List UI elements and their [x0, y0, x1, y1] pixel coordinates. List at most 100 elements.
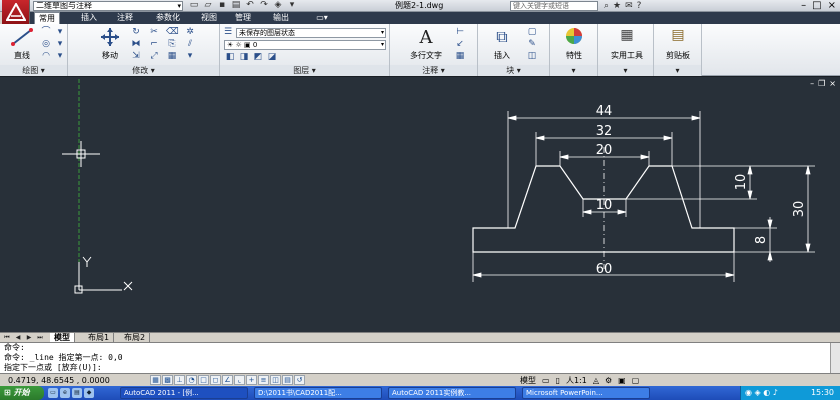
panel-modify-title[interactable]: 修改 ▾ — [68, 65, 219, 76]
move-button[interactable]: 移动 — [90, 27, 130, 63]
rotate-icon[interactable]: ↻ — [130, 27, 142, 37]
search-input[interactable]: 键入关键字或短语 — [510, 1, 598, 11]
search-icon[interactable]: ⌕ — [604, 0, 609, 12]
dimension-icon[interactable]: ⊢ — [454, 27, 466, 37]
attribute-icon[interactable]: ◫ — [526, 51, 538, 61]
minimize-icon[interactable]: – — [801, 0, 806, 12]
offset-icon[interactable]: ⫽ — [184, 39, 196, 49]
command-window[interactable]: 命令: 命令: _line 指定第一点: 0,0 指定下一点或 [放弃(U)]: — [0, 342, 840, 374]
selection-cycling-icon[interactable]: ↺ — [294, 375, 305, 385]
panel-block-title[interactable]: 块 ▾ — [478, 65, 549, 76]
leader-icon[interactable]: ↙ — [454, 39, 466, 49]
open-file-icon[interactable]: ▱ — [202, 0, 214, 11]
arc-icon[interactable]: ◠ — [40, 51, 52, 61]
draw-more-icon-2[interactable]: ▾ — [54, 39, 66, 49]
dynamic-input-icon[interactable]: + — [246, 375, 257, 385]
workspace-select[interactable]: 二维草图与注释 ▾ — [33, 1, 183, 11]
fillet-icon[interactable]: ⌐ — [148, 39, 160, 49]
subscription-icon[interactable]: ★ — [613, 0, 621, 12]
stretch-icon[interactable]: ⇲ — [130, 51, 142, 61]
last-layout-icon[interactable]: ⏭ — [35, 334, 45, 342]
desktop-icon[interactable]: ▭ — [48, 388, 58, 398]
circle-icon[interactable]: ◎ — [40, 39, 52, 49]
layer-tool-icon-1[interactable]: ◧ — [224, 52, 236, 62]
copy-icon[interactable]: ⎘ — [166, 39, 178, 49]
lineweight-icon[interactable]: ≡ — [258, 375, 269, 385]
layer-tool-icon-4[interactable]: ◪ — [266, 52, 278, 62]
qat-more-icon[interactable]: ▾ — [286, 0, 298, 11]
close-icon[interactable]: × — [828, 0, 836, 12]
panel-utilities-more[interactable]: ▾ — [598, 65, 653, 76]
3d-osnap-icon[interactable]: ◻ — [210, 375, 221, 385]
browser-icon[interactable]: e — [60, 388, 70, 398]
application-menu-button[interactable] — [2, 0, 30, 24]
tab-annotate[interactable]: 注释 — [112, 12, 138, 24]
task-autocad-tutorial[interactable]: AutoCAD 2011实例教... — [388, 387, 516, 399]
layer-select[interactable]: ☀ ☼ ▣ 0 ▾ — [224, 40, 386, 50]
explode-icon[interactable]: ✲ — [184, 27, 196, 37]
edit-block-icon[interactable]: ✎ — [526, 39, 538, 49]
tab-home[interactable]: 常用 — [34, 12, 60, 24]
grid-display-icon[interactable]: ▩ — [162, 375, 173, 385]
ortho-mode-icon[interactable]: ⊥ — [174, 375, 185, 385]
tab-parametric[interactable]: 参数化 — [150, 12, 186, 24]
create-block-icon[interactable]: ▢ — [526, 27, 538, 37]
polar-tracking-icon[interactable]: ◔ — [186, 375, 197, 385]
undo-icon[interactable]: ↶ — [244, 0, 256, 11]
clock[interactable]: 15:30 — [811, 386, 834, 400]
maximize-icon[interactable]: □ — [812, 0, 821, 12]
object-snap-icon[interactable]: □ — [198, 375, 209, 385]
mirror-icon[interactable]: ⧓ — [130, 39, 142, 49]
task-explorer[interactable]: D:\2011书\CAD2011配... — [254, 387, 382, 399]
object-snap-tracking-icon[interactable]: ∠ — [222, 375, 233, 385]
tab-output[interactable]: 输出 — [268, 12, 294, 24]
insert-button[interactable]: ⧉ 插入 — [482, 27, 522, 63]
draw-more-icon-3[interactable]: ▾ — [54, 51, 66, 61]
drawing-canvas[interactable]: – ❐ × 44 32 20 10 60 10 30 8 — [0, 76, 840, 332]
mtext-button[interactable]: A 多行文字 — [404, 27, 448, 63]
task-autocad[interactable]: AutoCAD 2011 - [例... — [120, 387, 248, 399]
match-icon[interactable]: ◈ — [272, 0, 284, 11]
prev-layout-icon[interactable]: ◀ — [13, 334, 23, 342]
panel-layers-title[interactable]: 图层 ▾ — [220, 65, 389, 76]
panel-annotation-title[interactable]: 注释 ▾ — [390, 65, 477, 76]
redo-icon[interactable]: ↷ — [258, 0, 270, 11]
layer-state-select[interactable]: 未保存的图层状态 ▾ — [236, 28, 386, 38]
start-button[interactable]: ⊞ 开始 — [0, 386, 44, 400]
command-scrollbar[interactable] — [830, 343, 840, 374]
comm-center-icon[interactable]: ✉ — [625, 0, 633, 12]
scale-icon[interactable]: ⤢ — [148, 51, 160, 61]
ribbon-toggle-icon[interactable]: ▭▾ — [312, 12, 332, 24]
layer-tool-icon-3[interactable]: ◩ — [252, 52, 264, 62]
save-icon[interactable]: ▪ — [216, 0, 228, 11]
command-prompt[interactable]: 指定下一点或 [放弃(U)]: — [4, 363, 102, 373]
tab-manage[interactable]: 管理 — [230, 12, 256, 24]
transparency-icon[interactable]: ◫ — [270, 375, 281, 385]
help-icon[interactable]: ? — [637, 0, 642, 12]
task-powerpoint[interactable]: Microsoft PowerPoin... — [522, 387, 650, 399]
tab-insert[interactable]: 插入 — [76, 12, 102, 24]
tab-view[interactable]: 视图 — [196, 12, 222, 24]
new-file-icon[interactable]: ▭ — [188, 0, 200, 11]
utilities-button[interactable]: ▦ 实用工具 — [604, 27, 650, 63]
viewport-minimize-icon[interactable]: – — [810, 79, 814, 88]
viewport-close-icon[interactable]: × — [829, 79, 836, 88]
first-layout-icon[interactable]: ⏮ — [2, 334, 12, 342]
tray-icons[interactable]: ◉ ◈ ◐ ♪ — [745, 388, 778, 397]
trim-icon[interactable]: ✂ — [148, 27, 160, 37]
erase-icon[interactable]: ⌫ — [166, 27, 179, 37]
draw-more-icon[interactable]: ▾ — [54, 27, 66, 37]
panel-clipboard-more[interactable]: ▾ — [654, 65, 701, 76]
panel-properties-more[interactable]: ▾ — [550, 65, 597, 76]
next-layout-icon[interactable]: ▶ — [24, 334, 34, 342]
app-icon[interactable]: ◆ — [84, 388, 94, 398]
folder-icon[interactable]: ▤ — [72, 388, 82, 398]
line-button[interactable]: 直线 — [2, 27, 42, 63]
viewport-restore-icon[interactable]: ❐ — [818, 79, 825, 88]
table-icon[interactable]: ▦ — [454, 51, 466, 61]
plot-icon[interactable]: ▤ — [230, 0, 242, 11]
array-icon[interactable]: ▦ — [166, 51, 178, 61]
layer-tool-icon-2[interactable]: ◨ — [238, 52, 250, 62]
modify-more-icon[interactable]: ▾ — [184, 51, 196, 61]
quick-properties-icon[interactable]: ▤ — [282, 375, 293, 385]
